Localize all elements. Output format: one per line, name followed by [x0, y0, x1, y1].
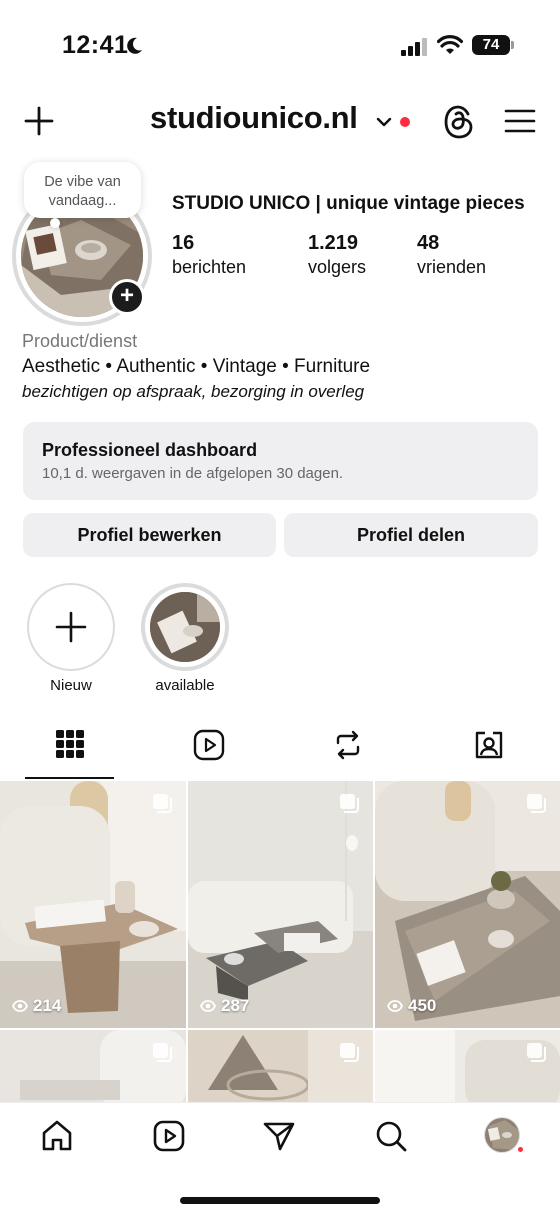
edit-profile-button[interactable]: Profiel bewerken [23, 513, 276, 557]
share-profile-button[interactable]: Profiel delen [284, 513, 538, 557]
home-indicator[interactable] [180, 1197, 380, 1204]
create-plus-icon[interactable] [24, 106, 54, 136]
carousel-icon [153, 794, 172, 813]
view-count: 287 [200, 996, 249, 1016]
tagged-icon[interactable] [473, 729, 505, 761]
dashboard-subtitle: 10,1 d. weergaven in de afgelopen 30 dag… [42, 465, 344, 482]
post-image [0, 781, 186, 1028]
chevron-down-icon[interactable] [376, 116, 392, 128]
stat-followers[interactable]: 1.219 volgers [308, 232, 366, 278]
threads-icon[interactable] [442, 104, 476, 140]
view-count-value: 214 [33, 996, 62, 1015]
grid-post-3[interactable]: 450 [375, 781, 560, 1028]
avatar-photo [485, 1118, 519, 1152]
active-tab-underline [25, 777, 114, 779]
profile-notification-dot [516, 1145, 525, 1154]
moon-icon [127, 37, 142, 54]
eye-icon [200, 1000, 216, 1012]
home-icon[interactable] [40, 1119, 74, 1153]
grid-post-1[interactable]: 214 [0, 781, 186, 1028]
view-count: 450 [387, 996, 436, 1016]
carousel-icon [340, 1043, 359, 1062]
stat-followers-value: 1.219 [308, 232, 359, 254]
battery-tip [511, 41, 514, 49]
view-count: 214 [12, 996, 61, 1016]
profile-note[interactable]: De vibe van vandaag... [24, 162, 141, 218]
post-image [188, 781, 373, 1028]
stat-followers-label: volgers [308, 257, 367, 277]
carousel-icon [153, 1043, 172, 1062]
profile-category: Product/dienst [22, 331, 138, 351]
stat-friends-value: 48 [417, 232, 440, 254]
stat-posts[interactable]: 16 berichten [172, 232, 246, 278]
grid-post-5[interactable] [188, 1030, 373, 1110]
view-count-value: 287 [221, 996, 250, 1015]
bio-line-1: Aesthetic • Authentic • Vintage • Furnit… [22, 356, 371, 377]
grid-post-2[interactable]: 287 [188, 781, 373, 1028]
view-count-value: 450 [408, 996, 437, 1015]
grid-post-4[interactable] [0, 1030, 186, 1110]
add-story-button[interactable]: + [109, 279, 145, 315]
cellular-signal-icon [401, 38, 427, 56]
reels-icon[interactable] [193, 729, 225, 761]
wifi-icon [437, 35, 463, 54]
status-time: 12:41 [62, 31, 129, 59]
professional-dashboard-card[interactable]: Professioneel dashboard 10,1 d. weergave… [23, 422, 538, 500]
highlight-cover-image [150, 592, 220, 662]
notification-dot [400, 117, 410, 127]
plus-icon [55, 611, 87, 643]
profile-tab-avatar[interactable] [484, 1117, 520, 1153]
highlight-new[interactable] [27, 583, 115, 671]
eye-icon [387, 1000, 403, 1012]
eye-icon [12, 1000, 28, 1012]
post-image [375, 781, 560, 1028]
dashboard-title: Professioneel dashboard [42, 440, 258, 460]
stat-posts-value: 16 [172, 232, 195, 254]
stat-friends[interactable]: 48 vrienden [417, 232, 486, 278]
stat-friends-label: vrienden [417, 257, 487, 277]
bio-line-2: bezichtigen op afspraak, bezorging in ov… [22, 382, 365, 401]
grid-icon[interactable] [55, 729, 85, 759]
note-bubble-tail [50, 218, 60, 228]
reposts-icon[interactable] [333, 729, 363, 761]
carousel-icon [527, 1043, 546, 1062]
highlight-new-label: Nieuw [50, 677, 92, 694]
carousel-icon [527, 794, 546, 813]
status-bar: 12:41 74 [0, 0, 560, 90]
battery-indicator: 74 [472, 35, 510, 55]
highlight-available-label: available [155, 677, 215, 694]
carousel-icon [340, 794, 359, 813]
stat-posts-label: berichten [172, 257, 247, 277]
profile-full-name: STUDIO UNICO | unique vintage pieces [172, 193, 525, 214]
hamburger-menu-icon[interactable] [504, 108, 536, 134]
profile-username[interactable]: studiounico.nl [150, 100, 358, 136]
highlight-available[interactable] [141, 583, 229, 671]
grid-post-6[interactable] [375, 1030, 560, 1110]
direct-message-icon[interactable] [262, 1119, 296, 1153]
reels-icon[interactable] [152, 1119, 186, 1153]
search-icon[interactable] [374, 1119, 408, 1153]
